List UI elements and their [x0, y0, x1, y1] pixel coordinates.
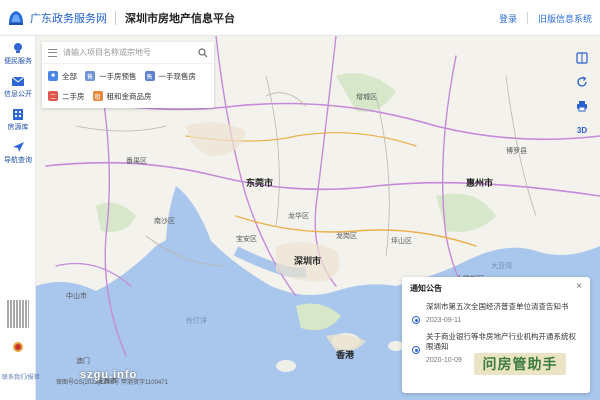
map-label: 博罗县	[506, 148, 527, 155]
filter-label: 一手房预售	[99, 71, 137, 81]
map-label: 深圳市	[294, 256, 322, 266]
filter-item[interactable]: 售一手房预售	[85, 66, 137, 86]
map-label: 南沙区	[154, 218, 175, 225]
map-label: 中山市	[66, 293, 87, 300]
map-book-button[interactable]	[572, 48, 592, 68]
filter-label: 租和金商品房	[106, 91, 152, 101]
map-label: 坪山区	[391, 238, 412, 245]
old-version-link[interactable]: 旧版信息系统	[538, 12, 592, 25]
left-sidebar: 便民服务 信息公开 房源库 导航查询 联系我们/报错	[0, 36, 40, 400]
site-name: 广东政务服务网	[30, 12, 107, 25]
map-book-icon	[576, 52, 588, 64]
nav-arrow-icon	[13, 142, 24, 152]
map-label: 番禺区	[126, 158, 147, 165]
filter-item[interactable]: 二二手房	[48, 86, 85, 106]
refresh-button[interactable]	[572, 72, 592, 92]
notice-text: 关于商业银行等非房地产行业机构开通系统权限通知	[426, 332, 576, 351]
filter-color-icon: 二	[48, 91, 58, 101]
qr-code	[7, 300, 29, 328]
platform-title: 深圳市房地产信息平台	[125, 12, 235, 25]
filter-item[interactable]: ■ 全部	[48, 66, 77, 86]
notice-text: 深圳市第五次全国经济普查单位清查告知书	[426, 302, 569, 311]
search-icon[interactable]	[198, 47, 208, 58]
clock-icon	[412, 346, 420, 354]
filter-label: 二手房	[62, 91, 85, 101]
bulb-icon	[14, 43, 22, 53]
header-divider	[115, 10, 116, 25]
filter-label: 全部	[62, 71, 77, 81]
watermark-text: szgu.info	[80, 369, 138, 381]
sidebar-item-services[interactable]: 便民服务	[0, 36, 36, 69]
notice-panel: 通知公告 × 深圳市第五次全国经济普查单位清查告知书 2023-09-11 关于…	[402, 277, 590, 393]
filter-color-icon: ■	[48, 71, 58, 81]
sidebar-item-label: 导航查询	[4, 157, 32, 164]
sidebar-item-label: 信息公开	[4, 91, 32, 98]
map-label: 惠州市	[466, 178, 494, 188]
menu-icon[interactable]	[48, 48, 57, 57]
filter-item[interactable]: 租租和金商品房	[92, 86, 152, 106]
notice-item[interactable]: 深圳市第五次全国经济普查单位清查告知书 2023-09-11	[410, 302, 582, 324]
island	[276, 360, 296, 372]
sidebar-item-info[interactable]: 信息公开	[0, 69, 36, 102]
filter-color-icon: 租	[92, 91, 103, 101]
3d-toggle[interactable]: 3D	[572, 120, 592, 140]
notice-title: 通知公告	[410, 284, 442, 293]
map-label: 龙岗区	[336, 233, 357, 240]
sidebar-bottom: 联系我们/报错	[2, 300, 40, 381]
site-logo[interactable]: 广东政务服务网	[0, 0, 107, 35]
sidebar-item-label: 便民服务	[4, 58, 32, 65]
header-divider	[526, 12, 528, 24]
search-panel: ■全部售一手房预售售一手现售房二二手房租租和金商品房	[42, 42, 214, 108]
contact-link[interactable]: 联系我们/报错	[2, 372, 40, 381]
sidebar-item-navigation[interactable]: 导航查询	[0, 135, 36, 168]
map-label: 大亚湾	[491, 263, 512, 270]
sidebar-item-listings[interactable]: 房源库	[0, 102, 36, 135]
notice-date: 2023-09-11	[426, 317, 462, 324]
filter-color-icon: 售	[85, 71, 95, 81]
printer-icon	[577, 101, 587, 112]
refresh-icon	[577, 76, 587, 87]
filter-color-icon: 售	[144, 71, 155, 81]
building-icon	[13, 109, 23, 120]
filter-item[interactable]: 售一手现售房	[144, 66, 197, 86]
urban-area	[186, 122, 246, 156]
map-label: 伶仃洋	[186, 318, 207, 325]
map-label: 东莞市	[246, 178, 274, 188]
mail-icon	[11, 76, 25, 86]
gov-emblem-icon	[13, 342, 23, 352]
close-icon[interactable]: ×	[576, 281, 582, 292]
filter-grid: ■ 全部售一手房预售售一手现售房二二手房租租和金商品房	[42, 64, 214, 106]
watermark-seal: 问房管助手	[474, 353, 566, 375]
map-label: 增城区	[356, 94, 377, 101]
clock-icon	[412, 316, 420, 324]
login-link[interactable]: 登录	[499, 12, 517, 25]
gd-logo-icon	[6, 8, 26, 28]
top-header: 广东政务服务网 深圳市房地产信息平台 登录 旧版信息系统	[0, 0, 600, 36]
search-bar	[42, 42, 214, 64]
map-tools: 3D	[572, 48, 592, 144]
print-button[interactable]	[572, 96, 592, 116]
filter-label: 一手现售房	[158, 71, 197, 81]
map-label: 龙华区	[288, 213, 309, 220]
map-label: 澳门	[76, 358, 90, 365]
watermark-seal-text: 问房管助手	[482, 356, 558, 372]
search-input[interactable]	[63, 48, 198, 57]
sidebar-item-label: 房源库	[7, 124, 29, 131]
map-label: 香港	[336, 350, 355, 360]
green-area	[96, 202, 136, 232]
map-label: 宝安区	[236, 236, 257, 243]
